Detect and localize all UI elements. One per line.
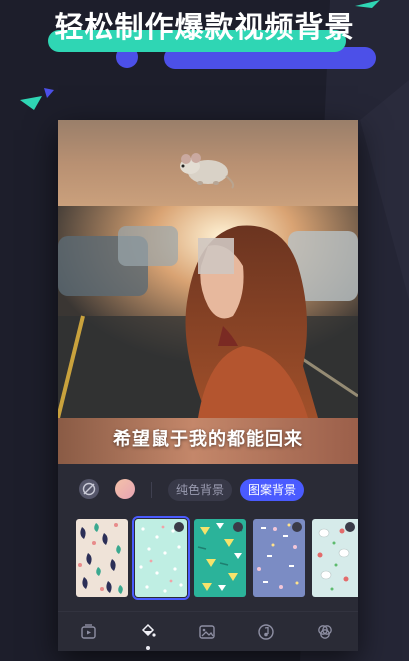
download-icon (233, 522, 243, 532)
download-icon (292, 522, 302, 532)
preview-photo (58, 206, 358, 418)
download-icon (345, 522, 355, 532)
portrait-image (58, 206, 358, 418)
caption-text: 希望鼠于我的都能回来 (113, 429, 303, 450)
gradient-swatch[interactable] (115, 479, 135, 499)
filter-icon[interactable] (316, 623, 334, 641)
preview-blur-background (58, 120, 358, 206)
paint-bucket-icon[interactable] (139, 623, 157, 641)
pattern-thumbnail[interactable] (312, 519, 358, 597)
tab-solid-background[interactable]: 纯色背景 (168, 479, 233, 501)
download-icon (174, 522, 184, 532)
pattern-thumbnails (76, 516, 358, 600)
pattern-thumbnail[interactable] (253, 519, 305, 597)
none-icon (82, 482, 96, 496)
divider (151, 482, 152, 498)
music-icon[interactable] (257, 623, 275, 641)
background-panel: 纯色背景 图案背景 (58, 464, 358, 651)
pattern-thumbnail[interactable] (194, 519, 246, 597)
phone-screen: 希望鼠于我的都能回来 纯色背景 图案背景 (58, 120, 358, 651)
mouse-icon (180, 153, 235, 189)
pattern-thumbnail[interactable] (76, 519, 128, 597)
headline: 轻松制作爆款视频背景 (54, 10, 355, 44)
tab-pattern-background[interactable]: 图案背景 (240, 479, 305, 501)
video-icon[interactable] (80, 623, 98, 641)
active-indicator (146, 646, 150, 650)
pattern-thumbnail[interactable] (132, 516, 190, 600)
no-background-option[interactable] (79, 479, 99, 499)
image-icon[interactable] (198, 623, 216, 641)
bottom-toolbar (58, 611, 358, 651)
